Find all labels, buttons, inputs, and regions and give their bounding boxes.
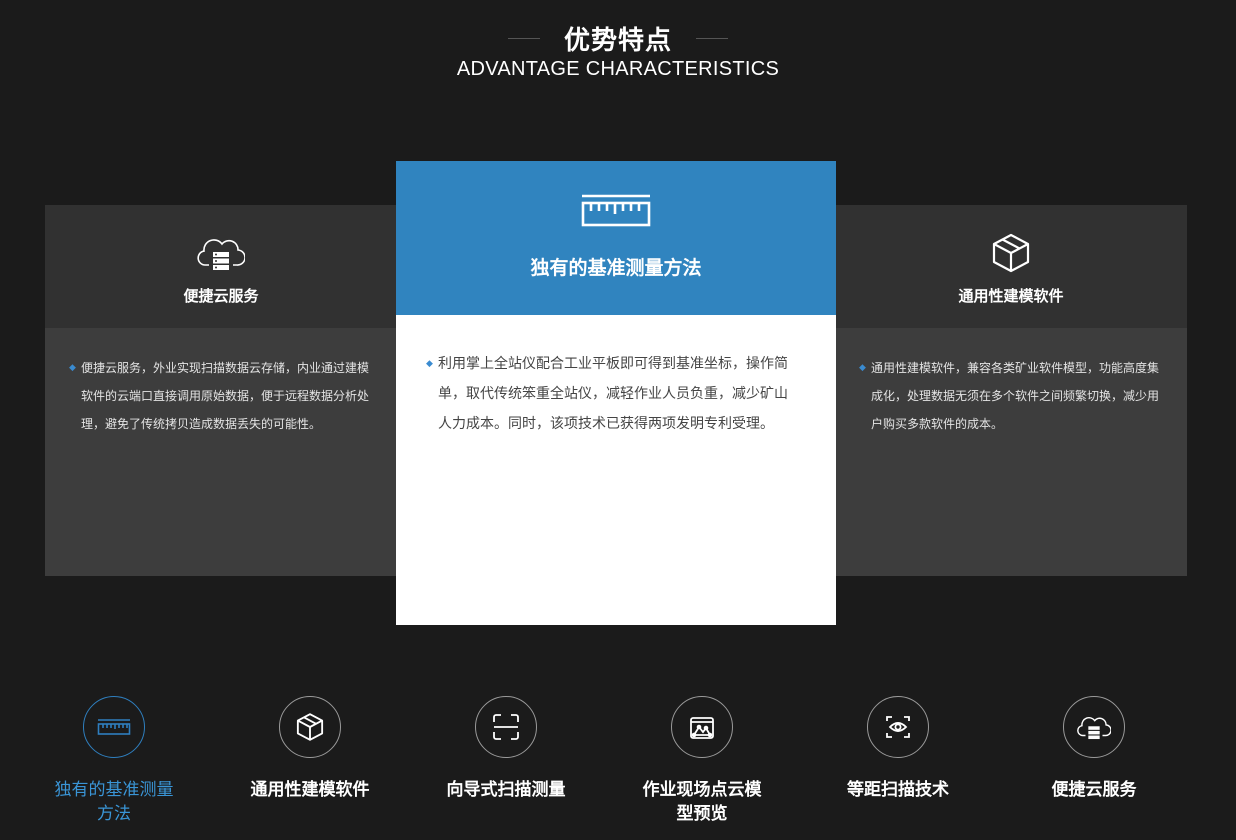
tab-icon-circle (279, 696, 341, 758)
tab-label: 向导式扫描测量 (446, 780, 566, 800)
card-title: 便捷云服务 (183, 287, 259, 305)
scan-frame-icon (493, 714, 519, 740)
tab-equidistant-scan[interactable]: 等距扫描技术 (828, 696, 968, 802)
tab-guided-scan[interactable]: 向导式扫描测量 (436, 696, 576, 802)
eye-scan-icon (886, 716, 910, 738)
tab-icon-circle (83, 696, 145, 758)
diamond-bullet-icon: ◆ (69, 363, 76, 373)
tab-icon-circle (475, 696, 537, 758)
section-subtitle: ADVANTAGE CHARACTERISTICS (456, 58, 780, 80)
card-header: 通用性建模软件 (835, 205, 1187, 328)
feature-tab-bar: 独有的基准测量方法 通用性建模软件 向导式扫描测量 作业现场点云模型预览 等距扫… (0, 696, 1236, 836)
card-header: 独有的基准测量方法 (396, 161, 836, 315)
tab-label: 通用性建模软件 (250, 780, 370, 800)
card-title: 通用性建模软件 (958, 287, 1064, 305)
card-title: 独有的基准测量方法 (530, 257, 702, 279)
feature-card-modeling-software[interactable]: 通用性建模软件 ◆ 通用性建模软件，兼容各类矿业软件模型，功能高度集成化，处理数… (835, 205, 1187, 576)
tab-label: 独有的基准测量方法 (54, 780, 174, 824)
ruler-icon (580, 193, 652, 229)
ruler-icon (97, 719, 131, 735)
tab-label: 便捷云服务 (1051, 780, 1137, 800)
title-divider-right (696, 37, 728, 39)
tab-cloud-service[interactable]: 便捷云服务 (1024, 696, 1164, 802)
tab-icon-circle (1063, 696, 1125, 758)
tab-icon-circle (867, 696, 929, 758)
card-body: ◆ 利用掌上全站仪配合工业平板即可得到基准坐标，操作简单，取代传统笨重全站仪，减… (396, 315, 836, 439)
tab-point-cloud-preview[interactable]: 作业现场点云模型预览 (632, 696, 772, 826)
card-description: 利用掌上全站仪配合工业平板即可得到基准坐标，操作简单，取代传统笨重全站仪，减轻作… (438, 356, 788, 432)
tab-modeling-software[interactable]: 通用性建模软件 (240, 696, 380, 802)
cube-icon (296, 713, 324, 741)
title-divider-left (507, 37, 540, 39)
tab-label: 作业现场点云模型预览 (642, 780, 762, 824)
card-description: 便捷云服务，外业实现扫描数据云存储，内业通过建模软件的云端口直接调用原始数据，便… (81, 361, 370, 431)
section-title: 优势特点 (563, 25, 672, 56)
cube-icon (990, 233, 1032, 273)
tab-icon-circle (671, 696, 733, 758)
section-header: 优势特点 ADVANTAGE CHARACTERISTICS (0, 18, 1236, 81)
cloud-server-icon (197, 233, 245, 273)
feature-card-benchmark-measurement[interactable]: 独有的基准测量方法 ◆ 利用掌上全站仪配合工业平板即可得到基准坐标，操作简单，取… (396, 161, 836, 625)
tab-label: 等距扫描技术 (847, 780, 949, 800)
diamond-bullet-icon: ◆ (859, 363, 866, 373)
card-body: ◆ 便捷云服务，外业实现扫描数据云存储，内业通过建模软件的云端口直接调用原始数据… (45, 328, 397, 438)
tab-benchmark-measurement[interactable]: 独有的基准测量方法 (44, 696, 184, 826)
feature-card-cloud-service[interactable]: 便捷云服务 ◆ 便捷云服务，外业实现扫描数据云存储，内业通过建模软件的云端口直接… (45, 205, 397, 576)
diamond-bullet-icon: ◆ (426, 359, 433, 369)
title-row: 优势特点 (0, 18, 1236, 58)
card-body: ◆ 通用性建模软件，兼容各类矿业软件模型，功能高度集成化，处理数据无须在多个软件… (835, 328, 1187, 438)
card-description: 通用性建模软件，兼容各类矿业软件模型，功能高度集成化，处理数据无须在多个软件之间… (871, 361, 1160, 431)
point-cloud-preview-icon (690, 717, 714, 739)
cloud-server-icon (1077, 717, 1111, 740)
card-header: 便捷云服务 (45, 205, 397, 328)
